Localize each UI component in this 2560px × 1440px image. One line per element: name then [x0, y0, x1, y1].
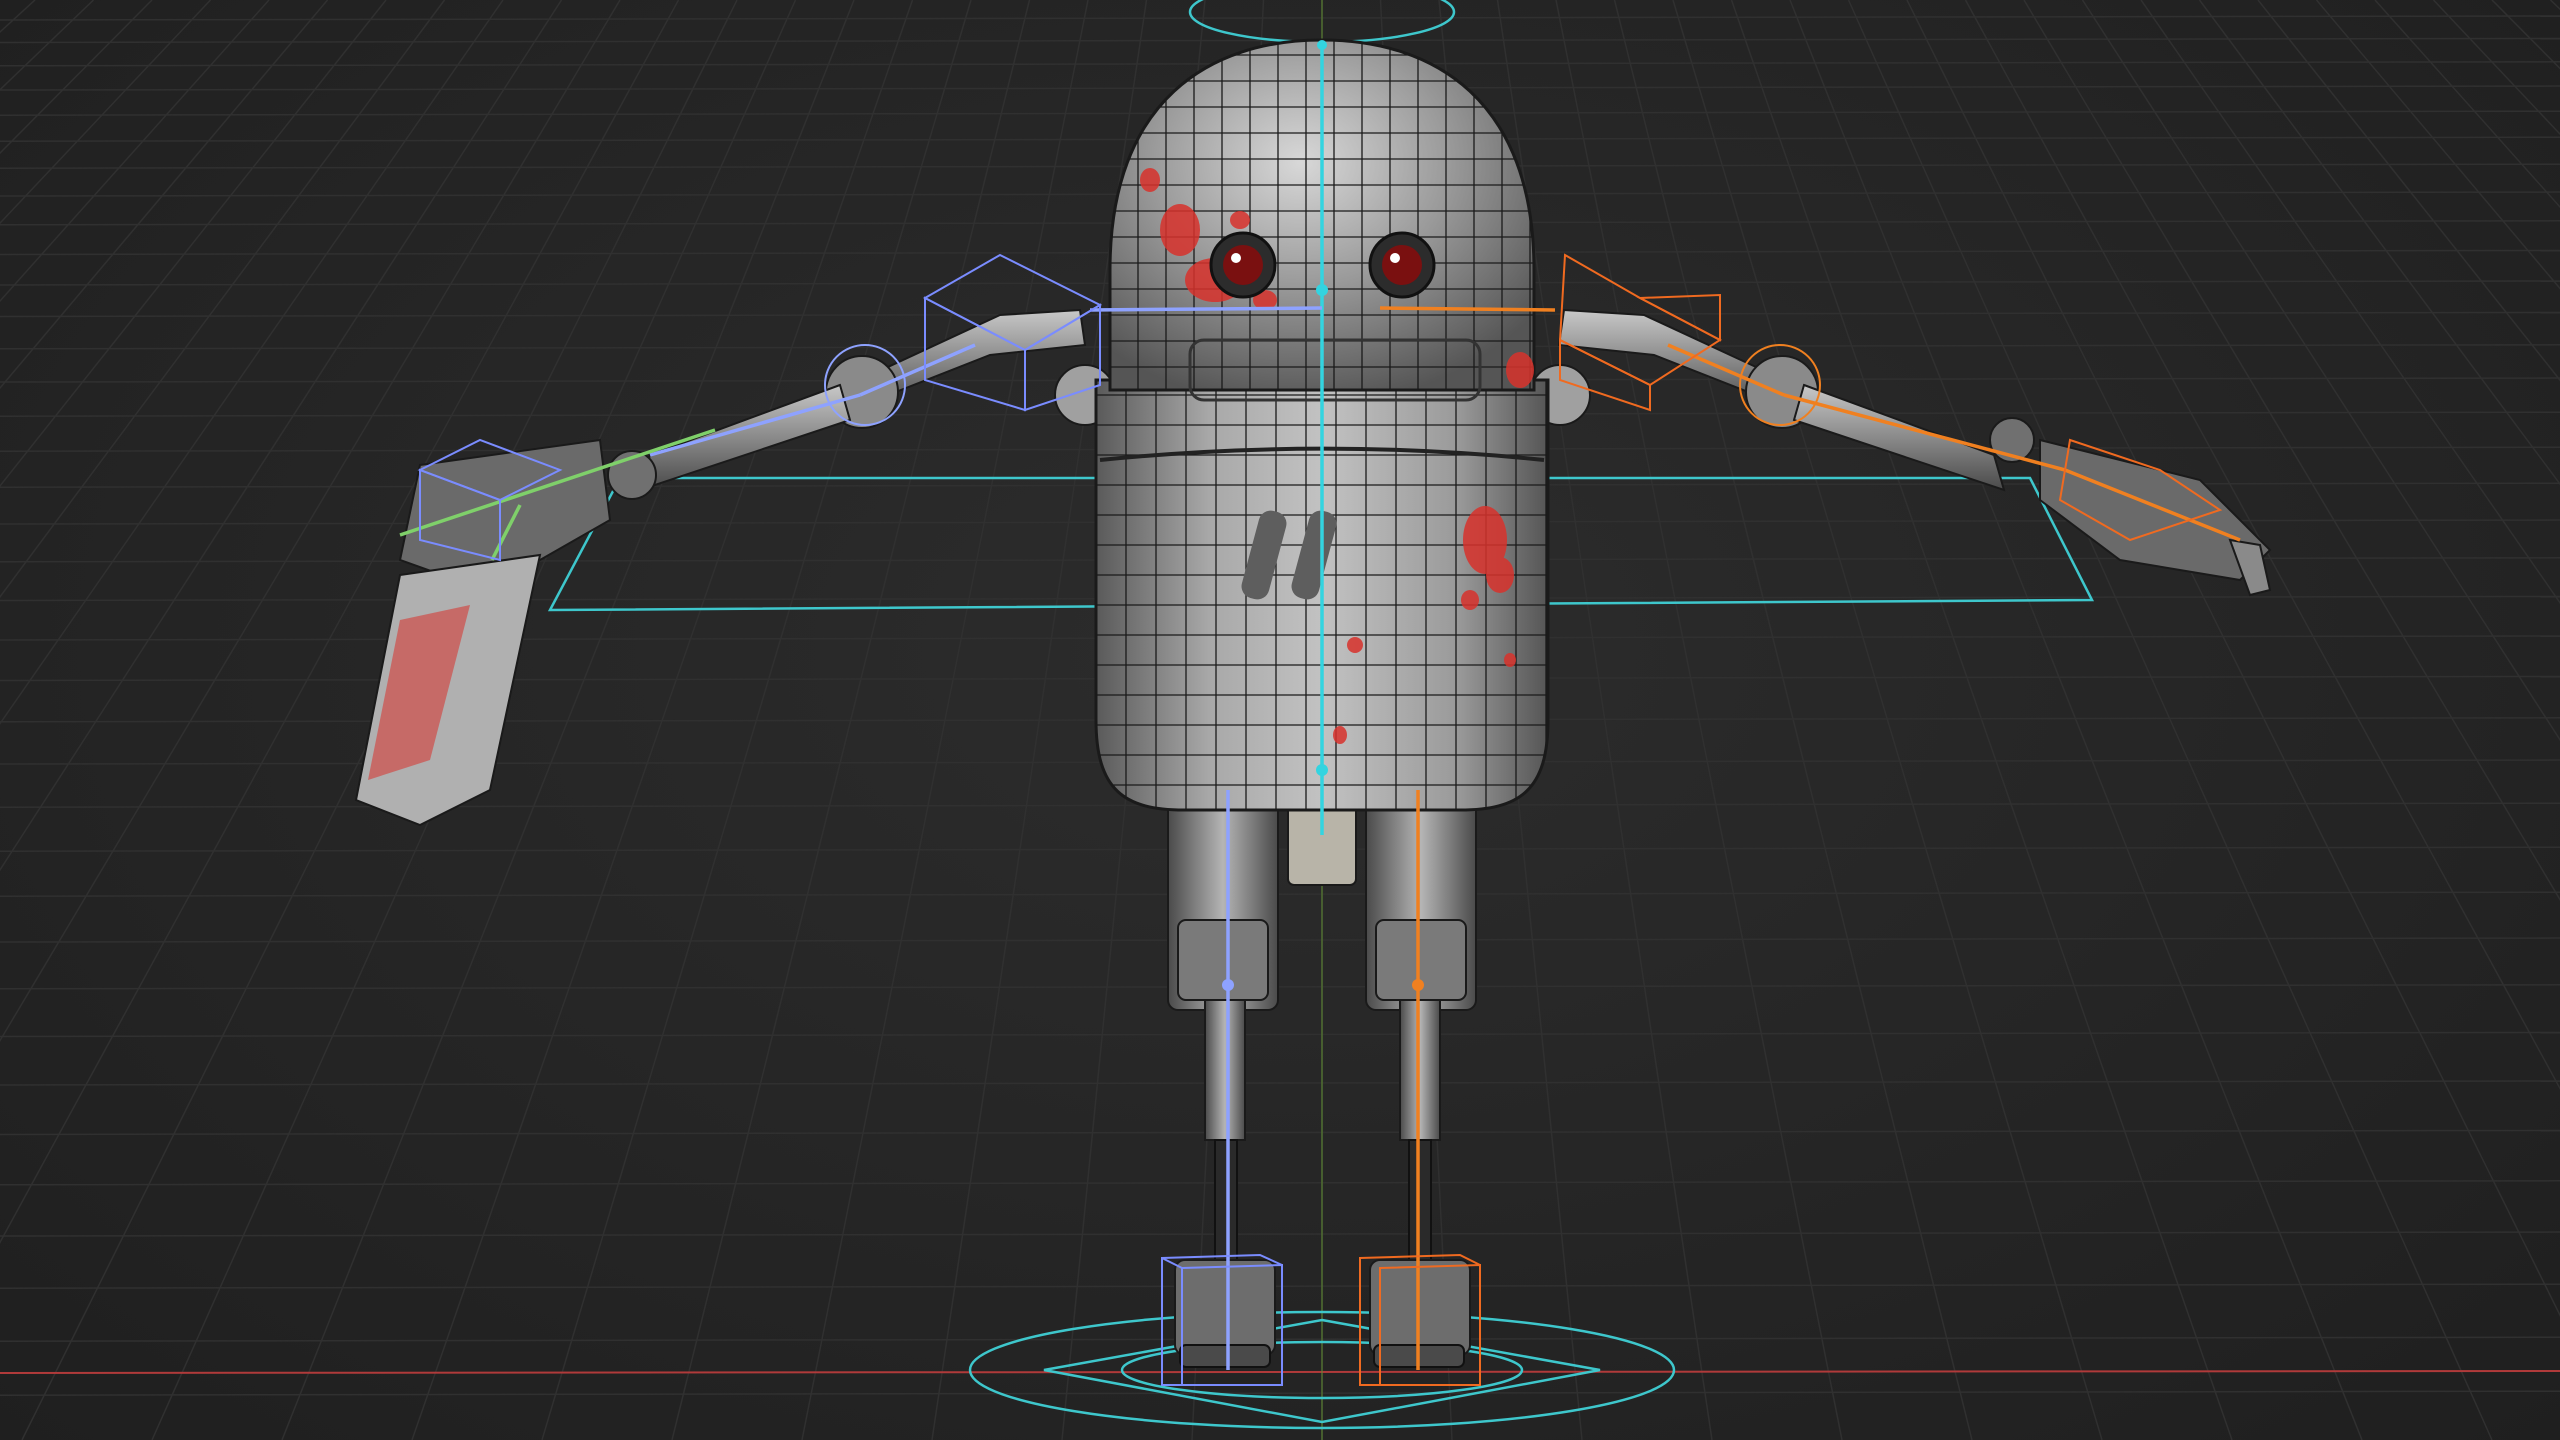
left-shoulder-bone[interactable] [1089, 306, 1323, 312]
right-shoulder-bone[interactable] [1379, 306, 1556, 312]
right-leg[interactable] [1365, 789, 1477, 1368]
left-eye [1209, 231, 1277, 299]
left-leg[interactable] [1167, 789, 1279, 1368]
3d-viewport[interactable] [0, 0, 2560, 1440]
x-axis-line [0, 1370, 2560, 1374]
viewport-canvas[interactable] [0, 0, 2560, 1440]
right-eye [1368, 231, 1436, 299]
